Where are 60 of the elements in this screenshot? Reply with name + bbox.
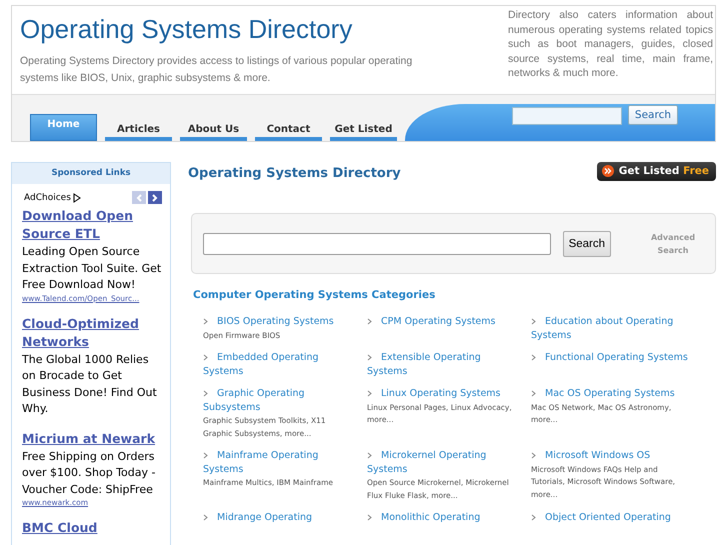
directory-search-field[interactable] [203, 232, 551, 254]
chevron-icon [531, 514, 536, 521]
ad-text: Leading Open Source Extraction Tool Suite. Get Free Download Now! [22, 244, 162, 293]
ad-title-link[interactable]: BMC Cloud [22, 519, 162, 537]
chevron-icon [367, 514, 372, 521]
chevron-icon [531, 318, 536, 325]
chevron-icon [203, 390, 208, 397]
category-link[interactable]: Mainframe Operating Systems [203, 449, 353, 476]
category-link[interactable]: Monolithic Operating [367, 511, 517, 524]
nav-tab[interactable]: Home [30, 114, 97, 141]
chevron-icon [367, 318, 372, 325]
chevron-icon [531, 452, 536, 459]
chevron-icon [367, 452, 372, 459]
category-link[interactable]: Functional Operating Systems [531, 351, 691, 364]
search-button[interactable]: Search [628, 105, 678, 125]
category-link[interactable]: BIOS Operating Systems [203, 315, 353, 328]
play-icon [72, 192, 81, 202]
site-tagline: Operating Systems Directory provides access to listings of various popular operating systems like BIOS, Unix, graphic subsystems & more. [20, 54, 414, 86]
search-field[interactable] [512, 107, 622, 125]
ad-title-link[interactable]: Micrium at Newark [22, 430, 162, 448]
category-link[interactable]: Mac OS Operating Systems [531, 387, 691, 400]
panel-title: Sponsored Links [12, 163, 170, 184]
nav-tab[interactable]: Get Listed [330, 121, 397, 141]
page-heading: Operating Systems Directory [188, 166, 401, 181]
chevron-icon [203, 354, 208, 361]
ad-text: Free Shipping on Orders over $100. Shop Today - Voucher Code: ShipFree [22, 448, 156, 498]
chevron-icon [367, 390, 372, 397]
chevron-icon [203, 452, 208, 459]
chevron-icon [531, 390, 536, 397]
category-link[interactable]: Object Oriented Operating [531, 511, 691, 524]
category-link[interactable]: Linux Operating Systems [367, 387, 517, 400]
chevron-icon [367, 354, 372, 361]
ad-title-link[interactable]: Download Open Source ETL [22, 207, 162, 243]
category-link[interactable]: Microkernel Operating Systems [367, 449, 517, 476]
category-link[interactable]: Extensible Operating Systems [367, 351, 517, 378]
chevron-right-icon [152, 194, 158, 202]
get-listed-button[interactable]: Get Listed Free [596, 162, 716, 181]
chevron-icon [531, 354, 536, 361]
chevron-icon [203, 514, 208, 521]
section-heading: Computer Operating Systems Categories [193, 289, 436, 301]
category-link[interactable]: Embedded Operating Systems [203, 351, 353, 378]
ad-text: The Global 1000 Relies on Brocade to Get Business Done! Find Out Why. [22, 352, 158, 417]
category-link[interactable]: Midrange Operating [203, 511, 353, 524]
nav-tab[interactable]: Articles [105, 121, 172, 141]
nav-tab[interactable]: About Us [180, 121, 247, 141]
chevron-left-icon [136, 194, 142, 202]
category-link[interactable]: Education about Operating Systems [531, 315, 691, 342]
category-link[interactable]: CPM Operating Systems [367, 315, 517, 328]
chevron-icon [203, 318, 208, 325]
category-link[interactable]: Microsoft Windows OS [531, 449, 691, 462]
category-link[interactable]: Graphic Operating Subsystems [203, 387, 353, 414]
search-button[interactable]: Search [562, 230, 611, 256]
adchoices-label[interactable]: AdChoices [24, 192, 81, 202]
double-chevron-icon [602, 165, 614, 177]
ad-title-link[interactable]: Cloud-Optimized Networks [22, 314, 162, 350]
header-blurb: Directory also caters information about numerous operating systems related topics such as boot managers, guides, closed source systems, real time, main frame, networks & much more. [508, 8, 713, 81]
site-title: Operating Systems Directory [20, 14, 354, 45]
advanced-search-link[interactable]: Advanced Search [643, 230, 703, 256]
get-listed-label: Get Listed Free [618, 165, 709, 177]
next-button[interactable] [148, 191, 162, 204]
